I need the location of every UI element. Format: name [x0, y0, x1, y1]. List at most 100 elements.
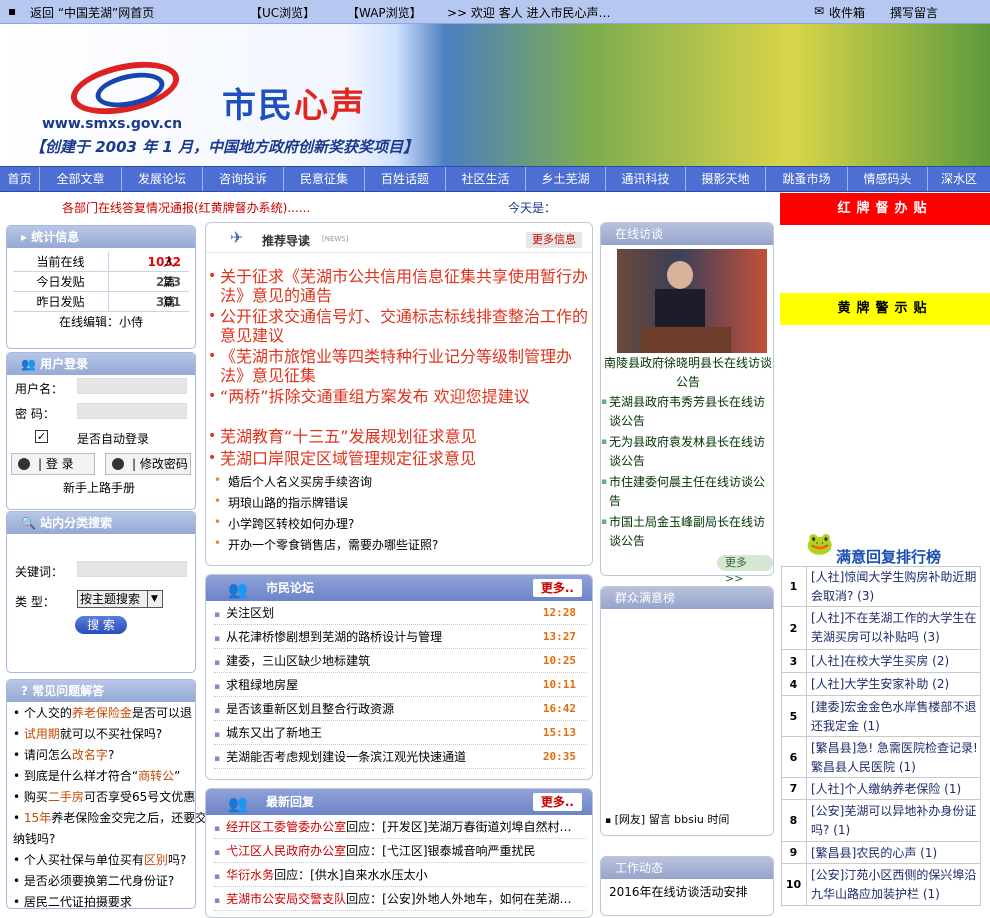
auto-login-checkbox[interactable]: ✓: [35, 430, 48, 443]
write-message-link[interactable]: 撰写留言: [890, 4, 938, 21]
site-banner: 市民心声 www.smxs.gov.cn 【创建于 2003 年 1 月，中国地…: [0, 24, 990, 166]
nav-item[interactable]: 情感码头: [848, 167, 928, 191]
login-button[interactable]: | 登 录: [11, 453, 95, 475]
faq-text: 就可以不买社保吗?: [59, 727, 163, 741]
nav-item[interactable]: 首页: [0, 167, 40, 191]
visit-item[interactable]: 无为县政府袁发林县长在线访谈公告: [601, 433, 769, 471]
interview-photo[interactable]: [617, 249, 767, 353]
search-submit-button[interactable]: 搜 索: [75, 616, 127, 634]
ranking-row[interactable]: 2 [人社]不在芜湖工作的大学生在芜湖买房可以补贴吗 (3): [781, 607, 981, 650]
nav-item[interactable]: 民意征集: [284, 167, 365, 191]
reply-text: [开发区]芜湖万春街道刘埠自然村…: [382, 820, 572, 834]
uc-browse-link[interactable]: 【UC浏览】: [250, 4, 315, 21]
back-home-link[interactable]: 返回 “中国芜湖”网首页: [30, 4, 154, 21]
recommend-headline[interactable]: 《芜湖市旅馆业等四类特种行业记分等级制管理办法》意见征集: [208, 347, 590, 385]
faq-item[interactable]: • 请问怎么改名字?: [13, 746, 114, 763]
visit-item[interactable]: 市住建委何晨主任在线访谈公告: [601, 473, 769, 511]
ranking-row[interactable]: 9 [繁昌县]农民的心声 (1): [781, 842, 981, 864]
nav-item[interactable]: 跳蚤市场: [766, 167, 848, 191]
visit-item[interactable]: 芜湖县政府韦秀芳县长在线访谈公告: [601, 393, 769, 431]
search-type-select[interactable]: 按主题搜索 ▼: [77, 590, 163, 608]
red-card-banner[interactable]: 红牌督办贴: [780, 193, 990, 225]
forum-more-link[interactable]: 更多..: [532, 579, 582, 597]
faq-item[interactable]: • 个人交的养老保险金是否可以退: [13, 704, 192, 721]
faq-item[interactable]: • 是否必须要换第二代身份证?: [13, 872, 174, 889]
inbox-link[interactable]: 收件箱: [829, 4, 865, 21]
ranking-row[interactable]: 3 [人社]在校大学生买房 (2): [781, 650, 981, 673]
faq-item[interactable]: • 居民二代证拍摄要求: [13, 893, 132, 910]
nav-item[interactable]: 社区生活: [446, 167, 526, 191]
forum-row[interactable]: 城东又出了新地王 15:13: [214, 721, 586, 745]
ranking-row[interactable]: 6 [繁昌县]急! 急需医院检查记录! 繁昌县人民医院 (1): [781, 737, 981, 778]
reply-text: [供水]自来水水压太小: [310, 868, 428, 882]
recommend-headline[interactable]: 芜湖口岸限定区域管理规定征求意见: [208, 449, 590, 468]
nav-item[interactable]: 百姓话题: [365, 167, 446, 191]
nav-item[interactable]: 通讯科技: [606, 167, 686, 191]
work-item[interactable]: 2016年在线访谈活动安排: [609, 883, 748, 900]
visit-more-link[interactable]: 更多>>: [717, 555, 773, 585]
username-input[interactable]: [77, 378, 187, 394]
home-icon: ▪: [8, 4, 17, 18]
ranking-number: 8: [781, 800, 807, 841]
today-label: 今天是：: [508, 201, 557, 215]
faq-item[interactable]: • 到底是什么样才符合“商转公”: [13, 767, 180, 784]
change-password-button[interactable]: | 修改密码: [105, 453, 191, 475]
reply-row[interactable]: 弋江区人民政府办公室回应：[弋江区]银泰城音响严重扰民: [214, 839, 586, 863]
ranking-row[interactable]: 4 [人社]大学生安家补助 (2): [781, 673, 981, 696]
nav-item[interactable]: 发展论坛: [122, 167, 203, 191]
password-input[interactable]: [77, 403, 187, 419]
recommend-item[interactable]: 小学跨区转校如何办理?: [214, 515, 354, 532]
forum-row[interactable]: 从花津桥惨剧想到芜湖的路桥设计与管理 13:27: [214, 625, 586, 649]
nav-item[interactable]: 摄影天地: [686, 167, 766, 191]
recommend-more-link[interactable]: 更多信息: [526, 232, 582, 248]
recommend-headline[interactable]: “两桥”拆除交通重组方案发布 欢迎您提建议: [208, 387, 590, 406]
faq-item[interactable]: • 试用期就可以不买社保吗?: [13, 725, 162, 742]
forum-time: 16:42: [542, 702, 576, 715]
recommend-headline[interactable]: 芜湖教育“十三五”发展规划征求意见: [208, 427, 590, 446]
recommend-title: 推荐导读: [262, 234, 311, 248]
yellow-card-banner[interactable]: 黄牌警示贴: [780, 293, 990, 325]
visit-photo-caption[interactable]: 南陵县政府徐晓明县长在线访谈公告: [603, 354, 773, 392]
recommend-item[interactable]: 开办一个零食销售店，需要办哪些证照?: [214, 536, 438, 553]
forum-row[interactable]: 建委，三山区缺少地标建筑 10:25: [214, 649, 586, 673]
forum-row[interactable]: 关注区划 12:28: [214, 601, 586, 625]
ranking-row[interactable]: 7 [人社]个人缴纳养老保险 (1): [781, 778, 981, 800]
ranking-title: 满意回复排行榜: [836, 548, 942, 566]
reply-row[interactable]: 芜湖市公安局交警支队回应：[公安]外地人外地车，如何在芜湖…: [214, 887, 586, 911]
reply-row[interactable]: 华衍水务回应：[供水]自来水水压太小: [214, 863, 586, 887]
online-editor: 在线编辑：小侍: [58, 315, 143, 329]
faq-item[interactable]: • 购买二手房可否享受65号文优惠: [13, 788, 195, 805]
faq-item[interactable]: • 个人买社保与单位买有区别吗?: [13, 851, 186, 868]
wap-browse-link[interactable]: 【WAP浏览】: [347, 4, 422, 21]
forum-row[interactable]: 是否该重新区划且整合行政资源 16:42: [214, 697, 586, 721]
recommend-item[interactable]: 婚后个人名义买房手续咨询: [214, 473, 372, 490]
reply-row[interactable]: 经开区工委管委办公室回应：[开发区]芜湖万春街道刘埠自然村…: [214, 815, 586, 839]
faq-item[interactable]: 纳钱吗?: [13, 830, 55, 847]
ranking-row[interactable]: 5 [建委]宏金金色水岸售楼部不退还我定金 (1): [781, 696, 981, 737]
bullet-icon: •: [13, 769, 24, 783]
recommend-headline[interactable]: 公开征求交通信号灯、交通标志标线排查整治工作的意见建议: [208, 307, 590, 345]
nav-item[interactable]: 全部文章: [40, 167, 122, 191]
newbie-manual-link[interactable]: 新手上路手册: [63, 479, 135, 496]
nav-item[interactable]: 咨询投诉: [203, 167, 284, 191]
bullet-icon: •: [13, 706, 24, 720]
faq-text: 是否必须要换第二代身份证?: [23, 874, 175, 888]
nav-item[interactable]: 乡土芜湖: [526, 167, 606, 191]
ranking-text: [人社]个人缴纳养老保险 (1): [811, 782, 962, 796]
faq-text: 试用期: [23, 727, 60, 741]
visit-item[interactable]: 市国土局金玉峰副局长在线访谈公告: [601, 513, 769, 551]
ranking-text: [公安]芜湖可以异地补办身份证吗? (1): [811, 804, 977, 837]
faq-item[interactable]: • 15年养老保险金交完之后，还要交: [13, 809, 207, 826]
forum-row[interactable]: 求租绿地房屋 10:11: [214, 673, 586, 697]
brand-title: 市民心声: [222, 86, 366, 126]
ranking-row[interactable]: 8 [公安]芜湖可以异地补办身份证吗? (1): [781, 800, 981, 842]
ranking-row[interactable]: 1 [人社]惊闻大学生购房补助近期会取消? (3): [781, 566, 981, 607]
forum-row[interactable]: 芜湖能否考虑规划建设一条滨江观光快速通道 20:35: [214, 745, 586, 769]
forum-time: 15:13: [542, 726, 576, 739]
ticker-link[interactable]: 各部门在线答复情况通报(红黄牌督办系统)......: [62, 199, 310, 216]
recommend-item[interactable]: 玥琅山路的指示牌错误: [214, 494, 348, 511]
recommend-headline[interactable]: 关于征求《芜湖市公共信用信息征集共享使用暂行办法》意见的通告: [208, 267, 590, 305]
replies-more-link[interactable]: 更多..: [532, 793, 582, 811]
nav-item[interactable]: 深水区: [928, 167, 990, 191]
keyword-input[interactable]: [77, 561, 187, 577]
